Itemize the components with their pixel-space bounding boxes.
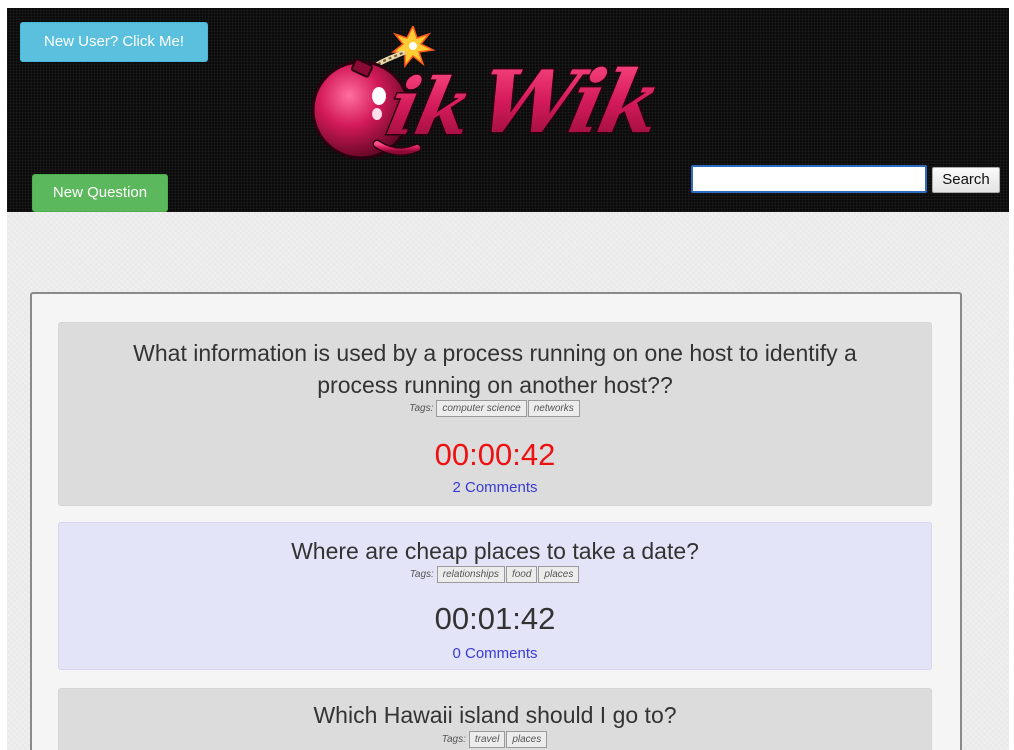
tags-label: Tags:	[409, 569, 434, 580]
tag[interactable]: computer science	[436, 400, 527, 417]
qikwik-logo[interactable]: ik Wik	[307, 26, 737, 166]
tags-row: Tags: computer science networks	[59, 400, 931, 417]
question-card: Where are cheap places to take a date? T…	[58, 522, 932, 670]
tags-label: Tags:	[441, 734, 466, 745]
new-question-button[interactable]: New Question	[32, 174, 168, 212]
countdown-timer: 00:01:42	[434, 601, 556, 636]
question-title[interactable]: Where are cheap places to take a date?	[59, 535, 931, 567]
comments-link[interactable]: 0 Comments	[59, 645, 931, 662]
tag[interactable]: places	[538, 566, 580, 583]
countdown-timer: 00:00:42	[434, 437, 556, 472]
search-input[interactable]	[691, 165, 927, 193]
tags-row: Tags: travel places	[59, 731, 931, 748]
tag[interactable]: relationships	[436, 566, 505, 583]
question-title[interactable]: What information is used by a process ru…	[59, 337, 931, 369]
new-user-button[interactable]: New User? Click Me!	[20, 22, 208, 62]
svg-text:Wik: Wik	[470, 51, 668, 153]
search-button[interactable]: Search	[932, 167, 1000, 193]
question-card: What information is used by a process ru…	[58, 322, 932, 506]
tags-label: Tags:	[409, 403, 434, 414]
tag[interactable]: places	[506, 731, 548, 748]
question-title[interactable]: Which Hawaii island should I go to?	[59, 699, 931, 731]
question-title-line2[interactable]: process running on another host??	[59, 369, 931, 401]
comments-link[interactable]: 2 Comments	[59, 479, 931, 496]
tags-row: Tags: relationships food places	[59, 566, 931, 583]
tag[interactable]: networks	[527, 400, 580, 417]
tag[interactable]: food	[505, 566, 538, 583]
page: New User? Click Me! ik Wik New Question …	[0, 0, 1014, 750]
question-card: Which Hawaii island should I go to? Tags…	[58, 688, 932, 750]
tag[interactable]: travel	[468, 731, 506, 748]
